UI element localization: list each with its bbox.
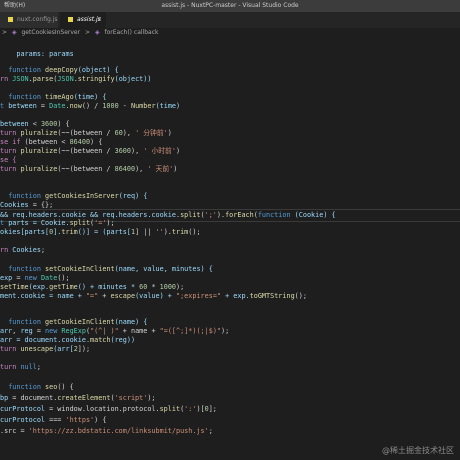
code-line: okies[parts[0].trim()] = (parts[1] || ''… <box>0 228 201 237</box>
code-line: params: params <box>16 50 74 58</box>
js-file-icon <box>8 17 13 22</box>
code-line: bp = document.createElement('script'); <box>0 394 156 403</box>
code-line: turn pluralize(~~(between / 86400), ' 天前… <box>0 165 178 174</box>
code-line: turn unescape(arr[2]); <box>0 344 91 353</box>
code-line: turn null; <box>0 362 41 371</box>
code-editor[interactable]: params: params function deepCopy(object)… <box>0 38 460 460</box>
window-title: assist.js - NuxtPC-master - Visual Studi… <box>161 2 299 9</box>
breadcrumb-item-callback[interactable]: forEach() callback <box>105 29 159 36</box>
code-line: rn Cookies; <box>0 246 46 255</box>
breadcrumb-separator: > <box>2 29 8 36</box>
tab-assist[interactable]: assist.js × <box>60 12 106 28</box>
code-line: ment.cookie = name + "=" + escape(value)… <box>0 291 307 300</box>
tab-nuxt-config[interactable]: nuxt.config.js <box>0 12 58 28</box>
code-line: turn pluralize(~~(between / 3600), ' 小时前… <box>0 147 181 156</box>
breadcrumb: > ◈ getCookiesInServer > ◈ forEach() cal… <box>0 28 460 38</box>
breadcrumb-separator: > <box>85 29 91 36</box>
code-line: function seo() { <box>8 383 74 392</box>
tab-label: nuxt.config.js <box>17 16 58 23</box>
function-icon: ◈ <box>11 29 17 36</box>
breadcrumb-item-function[interactable]: getCookiesInServer <box>22 29 81 36</box>
watermark: @稀土掘金技术社区 <box>382 446 454 455</box>
code-line: t between = Date.now() / 1000 - Number(t… <box>0 102 181 111</box>
callback-icon: ◈ <box>94 29 100 36</box>
code-line: curProtocol = window.location.protocol.s… <box>0 405 217 414</box>
code-line: .src = 'https://zz.bdstatic.com/linksubm… <box>0 427 213 436</box>
code-line: rn JSON.parse(JSON.stringify(object)) <box>0 75 152 84</box>
tab-bar: nuxt.config.js assist.js × <box>0 12 460 28</box>
code-line: curProtocol === 'https') { <box>0 416 107 425</box>
close-icon[interactable]: × <box>97 12 102 28</box>
js-file-icon <box>68 17 73 22</box>
title-bar: 帮助(H) assist.js - NuxtPC-master - Visual… <box>0 0 460 12</box>
